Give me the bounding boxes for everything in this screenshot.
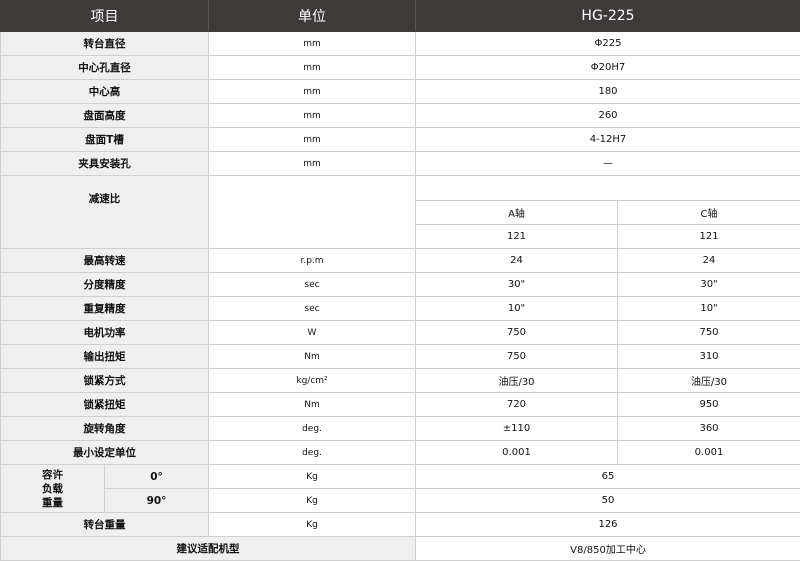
table-row: 重复精度 sec 10" 10" bbox=[1, 297, 800, 321]
row-unit: sec bbox=[209, 297, 416, 321]
row-value: Φ225 bbox=[416, 32, 800, 56]
row-label: 旋转角度 bbox=[1, 417, 209, 441]
row-label: 电机功率 bbox=[1, 321, 209, 345]
row-label: 锁紧扭矩 bbox=[1, 393, 209, 417]
table-row: 分度精度 sec 30" 30" bbox=[1, 273, 800, 297]
axis-c-label: C轴 bbox=[618, 201, 800, 225]
row-unit: mm bbox=[209, 32, 416, 56]
row-unit: deg. bbox=[209, 417, 416, 441]
row-label: 盘面T槽 bbox=[1, 128, 209, 152]
row-unit: Nm bbox=[209, 393, 416, 417]
load-label: 容许 负载 重量 bbox=[1, 465, 105, 513]
table-row: 最高转速 r.p.m 24 24 bbox=[1, 249, 800, 273]
table-header: 项目 单位 HG-225 bbox=[1, 1, 800, 32]
row-c-value: 10" bbox=[618, 297, 800, 321]
row-value: 180 bbox=[416, 80, 800, 104]
reduction-unit bbox=[209, 176, 416, 249]
row-value: 4-12H7 bbox=[416, 128, 800, 152]
row-label: 中心高 bbox=[1, 80, 209, 104]
row-c-value: 0.001 bbox=[618, 441, 800, 465]
load-angle: 0° bbox=[105, 465, 209, 489]
load-row: 容许 负载 重量 0° Kg 65 bbox=[1, 465, 800, 489]
row-label: 夹具安装孔 bbox=[1, 152, 209, 176]
row-a-value: 10" bbox=[416, 297, 618, 321]
row-unit: deg. bbox=[209, 441, 416, 465]
row-a-value: 720 bbox=[416, 393, 618, 417]
table-row: 转台直径 mm Φ225 bbox=[1, 32, 800, 56]
table-row: 输出扭矩 Nm 750 310 bbox=[1, 345, 800, 369]
table-row: 夹具安装孔 mm — bbox=[1, 152, 800, 176]
row-unit: kg/cm² bbox=[209, 369, 416, 393]
row-label: 转台直径 bbox=[1, 32, 209, 56]
row-c-value: 750 bbox=[618, 321, 800, 345]
row-unit: mm bbox=[209, 128, 416, 152]
row-label: 锁紧方式 bbox=[1, 369, 209, 393]
row-value: Φ20H7 bbox=[416, 56, 800, 80]
table-row: 旋转角度 deg. ±110 360 bbox=[1, 417, 800, 441]
reduction-row: 减速比 bbox=[1, 176, 800, 201]
row-c-value: 30" bbox=[618, 273, 800, 297]
row-unit: Nm bbox=[209, 345, 416, 369]
row-value: — bbox=[416, 152, 800, 176]
table-row: 建议适配机型 V8/850加工中心 bbox=[1, 537, 800, 561]
row-c-value: 油压/30 bbox=[618, 369, 800, 393]
reduction-a-value: 121 bbox=[416, 225, 618, 249]
header-unit: 单位 bbox=[209, 1, 416, 32]
row-label: 最小设定单位 bbox=[1, 441, 209, 465]
row-a-value: 750 bbox=[416, 321, 618, 345]
row-unit: W bbox=[209, 321, 416, 345]
row-unit: r.p.m bbox=[209, 249, 416, 273]
table-row: 盘面高度 mm 260 bbox=[1, 104, 800, 128]
row-label: 重复精度 bbox=[1, 297, 209, 321]
load-value: 50 bbox=[416, 489, 800, 513]
row-label: 盘面高度 bbox=[1, 104, 209, 128]
table-row: 盘面T槽 mm 4-12H7 bbox=[1, 128, 800, 152]
row-unit: mm bbox=[209, 152, 416, 176]
table-row: 锁紧扭矩 Nm 720 950 bbox=[1, 393, 800, 417]
axis-a-label: A轴 bbox=[416, 201, 618, 225]
row-a-value: ±110 bbox=[416, 417, 618, 441]
reduction-label: 减速比 bbox=[1, 176, 209, 249]
row-a-value: 30" bbox=[416, 273, 618, 297]
row-label: 中心孔直径 bbox=[1, 56, 209, 80]
table-row: 中心高 mm 180 bbox=[1, 80, 800, 104]
table-row: 中心孔直径 mm Φ20H7 bbox=[1, 56, 800, 80]
load-row: 90° Kg 50 bbox=[1, 489, 800, 513]
row-c-value: 950 bbox=[618, 393, 800, 417]
row-a-value: 0.001 bbox=[416, 441, 618, 465]
row-label: 最高转速 bbox=[1, 249, 209, 273]
header-model: HG-225 bbox=[416, 1, 800, 32]
row-c-value: 310 bbox=[618, 345, 800, 369]
load-unit: Kg bbox=[209, 465, 416, 489]
row-unit: mm bbox=[209, 80, 416, 104]
spec-table: 项目 单位 HG-225 转台直径 mm Φ225 中心孔直径 mm Φ20H7… bbox=[0, 0, 800, 561]
row-unit: sec bbox=[209, 273, 416, 297]
load-value: 65 bbox=[416, 465, 800, 489]
table-row: 最小设定单位 deg. 0.001 0.001 bbox=[1, 441, 800, 465]
load-unit: Kg bbox=[209, 489, 416, 513]
table-row: 锁紧方式 kg/cm² 油压/30 油压/30 bbox=[1, 369, 800, 393]
reduction-spacer bbox=[416, 176, 800, 201]
machine-value: V8/850加工中心 bbox=[416, 537, 800, 561]
load-angle: 90° bbox=[105, 489, 209, 513]
row-label: 输出扭矩 bbox=[1, 345, 209, 369]
row-value: 260 bbox=[416, 104, 800, 128]
machine-label: 建议适配机型 bbox=[1, 537, 416, 561]
row-a-value: 750 bbox=[416, 345, 618, 369]
row-a-value: 油压/30 bbox=[416, 369, 618, 393]
table-row: 电机功率 W 750 750 bbox=[1, 321, 800, 345]
row-a-value: 24 bbox=[416, 249, 618, 273]
row-c-value: 360 bbox=[618, 417, 800, 441]
reduction-c-value: 121 bbox=[618, 225, 800, 249]
row-unit: mm bbox=[209, 104, 416, 128]
row-c-value: 24 bbox=[618, 249, 800, 273]
row-label: 分度精度 bbox=[1, 273, 209, 297]
row-unit: mm bbox=[209, 56, 416, 80]
header-item: 项目 bbox=[1, 1, 209, 32]
